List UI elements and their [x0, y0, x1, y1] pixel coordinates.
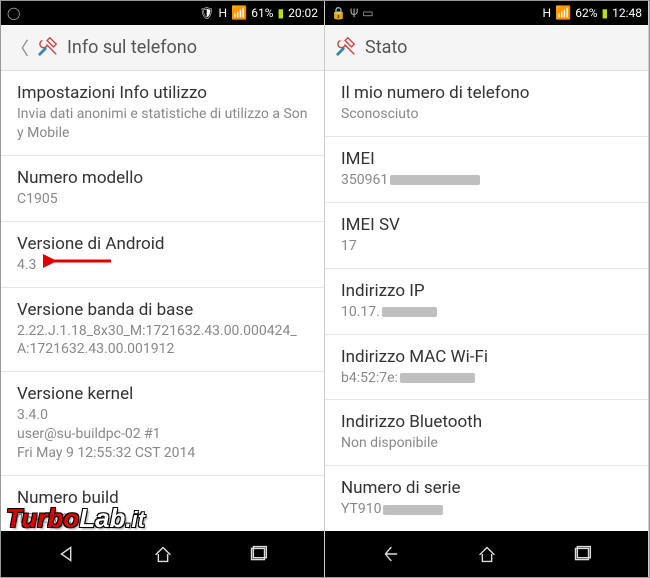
usb-icon: Ψ	[350, 6, 358, 20]
network-type: H	[218, 6, 227, 20]
value: Non disponibile	[341, 434, 632, 453]
status-bar: ◯ 🛡 H 📶 61% ▮ 20:02	[1, 1, 324, 25]
value: C1905	[17, 190, 308, 209]
geofence-icon: ◯	[7, 6, 20, 20]
list-item-imei[interactable]: IMEI 350961	[325, 137, 648, 203]
list-item-mac[interactable]: Indirizzo MAC Wi-Fi b4:52:7e:	[325, 335, 648, 401]
list-item-imei-sv[interactable]: IMEI SV 17	[325, 203, 648, 269]
header[interactable]: 〈 Info sul telefono	[1, 25, 324, 71]
label: Versione kernel	[17, 384, 308, 404]
value: YT910	[341, 500, 632, 519]
header[interactable]: Stato	[325, 25, 648, 71]
value: b4:52:7e:	[341, 369, 632, 388]
nav-back-button[interactable]	[361, 536, 421, 572]
list-item-android-version[interactable]: Versione di Android 4.3	[1, 222, 324, 288]
label: Impostazioni Info utilizzo	[17, 83, 308, 103]
nav-home-button[interactable]	[133, 536, 193, 572]
phone-right: 🔒 Ψ ▭ H 📶 62% ▮ 12:48 Stato Il mio numer…	[325, 1, 649, 577]
list-item-baseband[interactable]: Versione banda di base 2.22.J.1.18_8x30_…	[1, 288, 324, 373]
phone-left: ◯ 🛡 H 📶 61% ▮ 20:02 〈 Info sul telefono …	[1, 1, 325, 577]
label: IMEI	[341, 149, 632, 169]
signal-icon: 📶	[231, 6, 247, 21]
value: Sconosciuto	[341, 105, 632, 124]
list-item-serial[interactable]: Numero di serie YT910	[325, 466, 648, 531]
page-title: Info sul telefono	[67, 37, 197, 58]
nav-recent-button[interactable]	[552, 536, 612, 572]
redacted	[383, 505, 443, 515]
value: 17	[341, 237, 632, 256]
battery-icon: ▮	[602, 6, 609, 20]
status-bar: 🔒 Ψ ▭ H 📶 62% ▮ 12:48	[325, 1, 648, 25]
clock: 12:48	[612, 6, 642, 20]
tools-icon	[37, 35, 59, 61]
status-list: Il mio numero di telefono Sconosciuto IM…	[325, 71, 648, 531]
label: Numero modello	[17, 168, 308, 188]
list-item-kernel[interactable]: Versione kernel 3.4.0 user@su-buildpc-02…	[1, 372, 324, 476]
page-title: Stato	[365, 37, 407, 58]
settings-list: Impostazioni Info utilizzo Invia dati an…	[1, 71, 324, 531]
nav-bar	[1, 531, 324, 577]
value: 4.3	[17, 256, 308, 275]
value: 10.17.	[341, 303, 632, 322]
label: Indirizzo MAC Wi-Fi	[341, 347, 632, 367]
label: Indirizzo IP	[341, 281, 632, 301]
nav-recent-button[interactable]	[228, 536, 288, 572]
tools-icon	[335, 35, 357, 61]
battery-percent: 62%	[575, 6, 597, 20]
list-item-model[interactable]: Numero modello C1905	[1, 156, 324, 222]
value: 2.22.J.1.18_8x30_M:1721632.43.00.000424_…	[17, 322, 308, 360]
battery-icon: ▮	[278, 6, 285, 20]
nav-back-button[interactable]	[37, 536, 97, 572]
redacted	[382, 307, 437, 317]
value: Invia dati anonimi e statistiche di util…	[17, 105, 308, 143]
sd-icon: ▭	[362, 6, 373, 20]
list-item-usage-info[interactable]: Impostazioni Info utilizzo Invia dati an…	[1, 71, 324, 156]
value: 350961	[341, 171, 632, 190]
network-type: H	[542, 6, 551, 20]
value: 3.4.0 user@su-buildpc-02 #1 Fri May 9 12…	[17, 406, 308, 463]
label: Il mio numero di telefono	[341, 83, 632, 103]
label: Numero di serie	[341, 478, 632, 498]
redacted	[390, 175, 480, 185]
list-item-build[interactable]: Numero build 15.4.A.1.9	[1, 476, 324, 531]
nav-bar	[325, 531, 648, 577]
label: Versione banda di base	[17, 300, 308, 320]
nav-home-button[interactable]	[457, 536, 517, 572]
label: Indirizzo Bluetooth	[341, 412, 632, 432]
signal-icon: 📶	[555, 6, 571, 21]
label: Versione di Android	[17, 234, 308, 254]
shield-icon: 🛡	[199, 6, 214, 20]
lock-icon: 🔒	[331, 6, 346, 20]
back-icon[interactable]: 〈	[11, 35, 29, 61]
label: Numero build	[17, 488, 308, 508]
value: 15.4.A.1.9	[17, 510, 308, 529]
list-item-bluetooth[interactable]: Indirizzo Bluetooth Non disponibile	[325, 400, 648, 466]
label: IMEI SV	[341, 215, 632, 235]
list-item-ip[interactable]: Indirizzo IP 10.17.	[325, 269, 648, 335]
redacted	[400, 373, 475, 383]
battery-percent: 61%	[251, 6, 273, 20]
clock: 20:02	[288, 6, 318, 20]
list-item-phone-number[interactable]: Il mio numero di telefono Sconosciuto	[325, 71, 648, 137]
